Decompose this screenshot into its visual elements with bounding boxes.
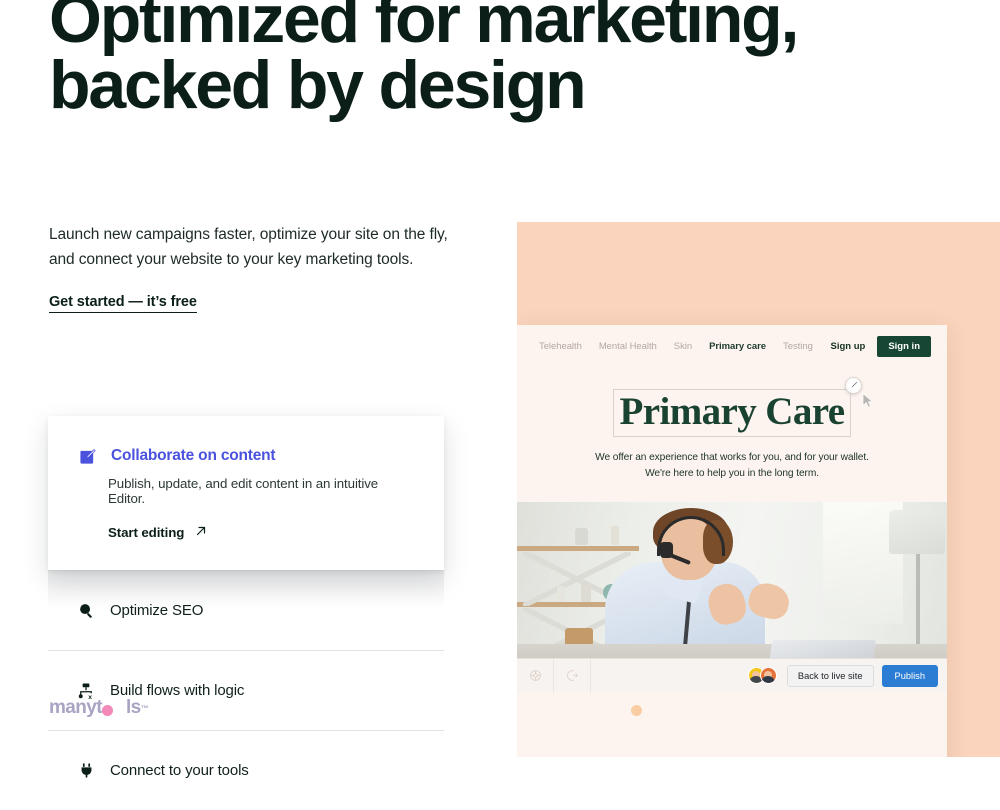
animation-icon[interactable]: [554, 658, 591, 693]
intro-line-1: Launch new campaigns faster, optimize yo…: [49, 226, 448, 243]
nav-link-mental-health[interactable]: Mental Health: [599, 341, 657, 352]
accordion-item-description: Publish, update, and edit content in an …: [108, 476, 379, 506]
mockup-hero-title-wrap: Primary Care: [612, 377, 874, 437]
accordion-item-header: Collaborate on content: [76, 447, 416, 465]
photo-lamp-shade: [889, 510, 945, 554]
avatar-user-2[interactable]: [759, 667, 777, 684]
back-to-live-site-button[interactable]: Back to live site: [786, 664, 874, 687]
sign-in-button[interactable]: Sign in: [877, 335, 931, 357]
page-title: Optimized for marketing, backed by desig…: [49, 0, 879, 123]
accordion-item-seo-label: Optimize SEO: [110, 602, 204, 619]
get-started-link[interactable]: Get started — it’s free: [49, 294, 197, 313]
website-editor-mockup: Telehealth Mental Health Skin Primary ca…: [517, 325, 947, 757]
nav-link-telehealth[interactable]: Telehealth: [539, 341, 582, 352]
photo-jar-a: [575, 528, 588, 545]
accordion-item-title: Collaborate on content: [111, 447, 276, 464]
mockup-hero-photo: [517, 502, 947, 658]
mockup-nav-links: Telehealth Mental Health Skin Primary ca…: [521, 341, 813, 352]
accordion-item-seo[interactable]: Optimize SEO: [48, 570, 444, 650]
watermark-text-after: ls: [125, 697, 141, 718]
publish-button[interactable]: Publish: [881, 664, 938, 687]
card-shadow-falloff: [48, 571, 444, 609]
intro-block: Launch new campaigns faster, optimize yo…: [49, 222, 469, 313]
accordion-item-collaborate[interactable]: Collaborate on content Publish, update, …: [48, 416, 444, 570]
mockup-hero-sub-line-1: We offer an experience that works for yo…: [595, 452, 838, 463]
plug-icon: [75, 762, 97, 779]
start-editing-label: Start editing: [108, 525, 185, 540]
nav-link-skin[interactable]: Skin: [674, 341, 692, 352]
manytools-watermark-logo: manyt ls ™: [49, 697, 643, 719]
nav-link-primary-care[interactable]: Primary care: [709, 341, 766, 352]
page-title-line-2: backed by design: [49, 47, 587, 123]
photo-jar-c: [557, 586, 565, 602]
pencil-icon[interactable]: [845, 377, 863, 394]
mockup-hero-subtitle: We offer an experience that works for yo…: [582, 450, 882, 482]
photo-laptop: [769, 640, 877, 658]
feature-accordion: Collaborate on content Publish, update, …: [48, 416, 444, 810]
accordion-item-connect-label: Connect to your tools: [110, 762, 249, 779]
watermark-trademark: ™: [140, 703, 149, 713]
mockup-hero-title[interactable]: Primary Care: [612, 389, 852, 437]
mockup-nav-actions: Sign up Sign in: [831, 335, 931, 357]
collaborator-avatars: [747, 667, 777, 684]
accordion-item-connect[interactable]: Connect to your tools: [48, 730, 444, 810]
photo-jar-b: [611, 526, 619, 545]
photo-jar-d: [581, 584, 591, 602]
sign-up-link[interactable]: Sign up: [831, 341, 866, 352]
watermark-dot-peach: [631, 704, 643, 716]
mockup-hero: Primary Care We offer an experience that…: [517, 367, 947, 502]
avatar-shoulders: [761, 676, 776, 683]
mockup-panel: Telehealth Mental Health Skin Primary ca…: [517, 222, 1000, 757]
mockup-site-nav: Telehealth Mental Health Skin Primary ca…: [517, 325, 947, 367]
magnifier-icon: [75, 602, 97, 619]
editor-toolbar: Back to live site Publish: [517, 658, 947, 693]
nav-link-testing[interactable]: Testing: [783, 341, 813, 352]
edit-square-icon: [76, 448, 98, 465]
watermark-text-before: manyt: [49, 697, 103, 718]
watermark-dot-pink: [102, 704, 114, 716]
photo-shelf-top: [517, 546, 639, 551]
arrow-up-right-icon: [195, 525, 207, 540]
intro-paragraph: Launch new campaigns faster, optimize yo…: [49, 222, 449, 272]
photo-desk: [517, 644, 947, 658]
start-editing-link[interactable]: Start editing: [108, 525, 416, 540]
settings-wheel-icon[interactable]: [517, 658, 554, 693]
photo-lamp-pole: [916, 554, 920, 658]
intro-line-2: and connect your website to your key mar…: [49, 251, 414, 268]
